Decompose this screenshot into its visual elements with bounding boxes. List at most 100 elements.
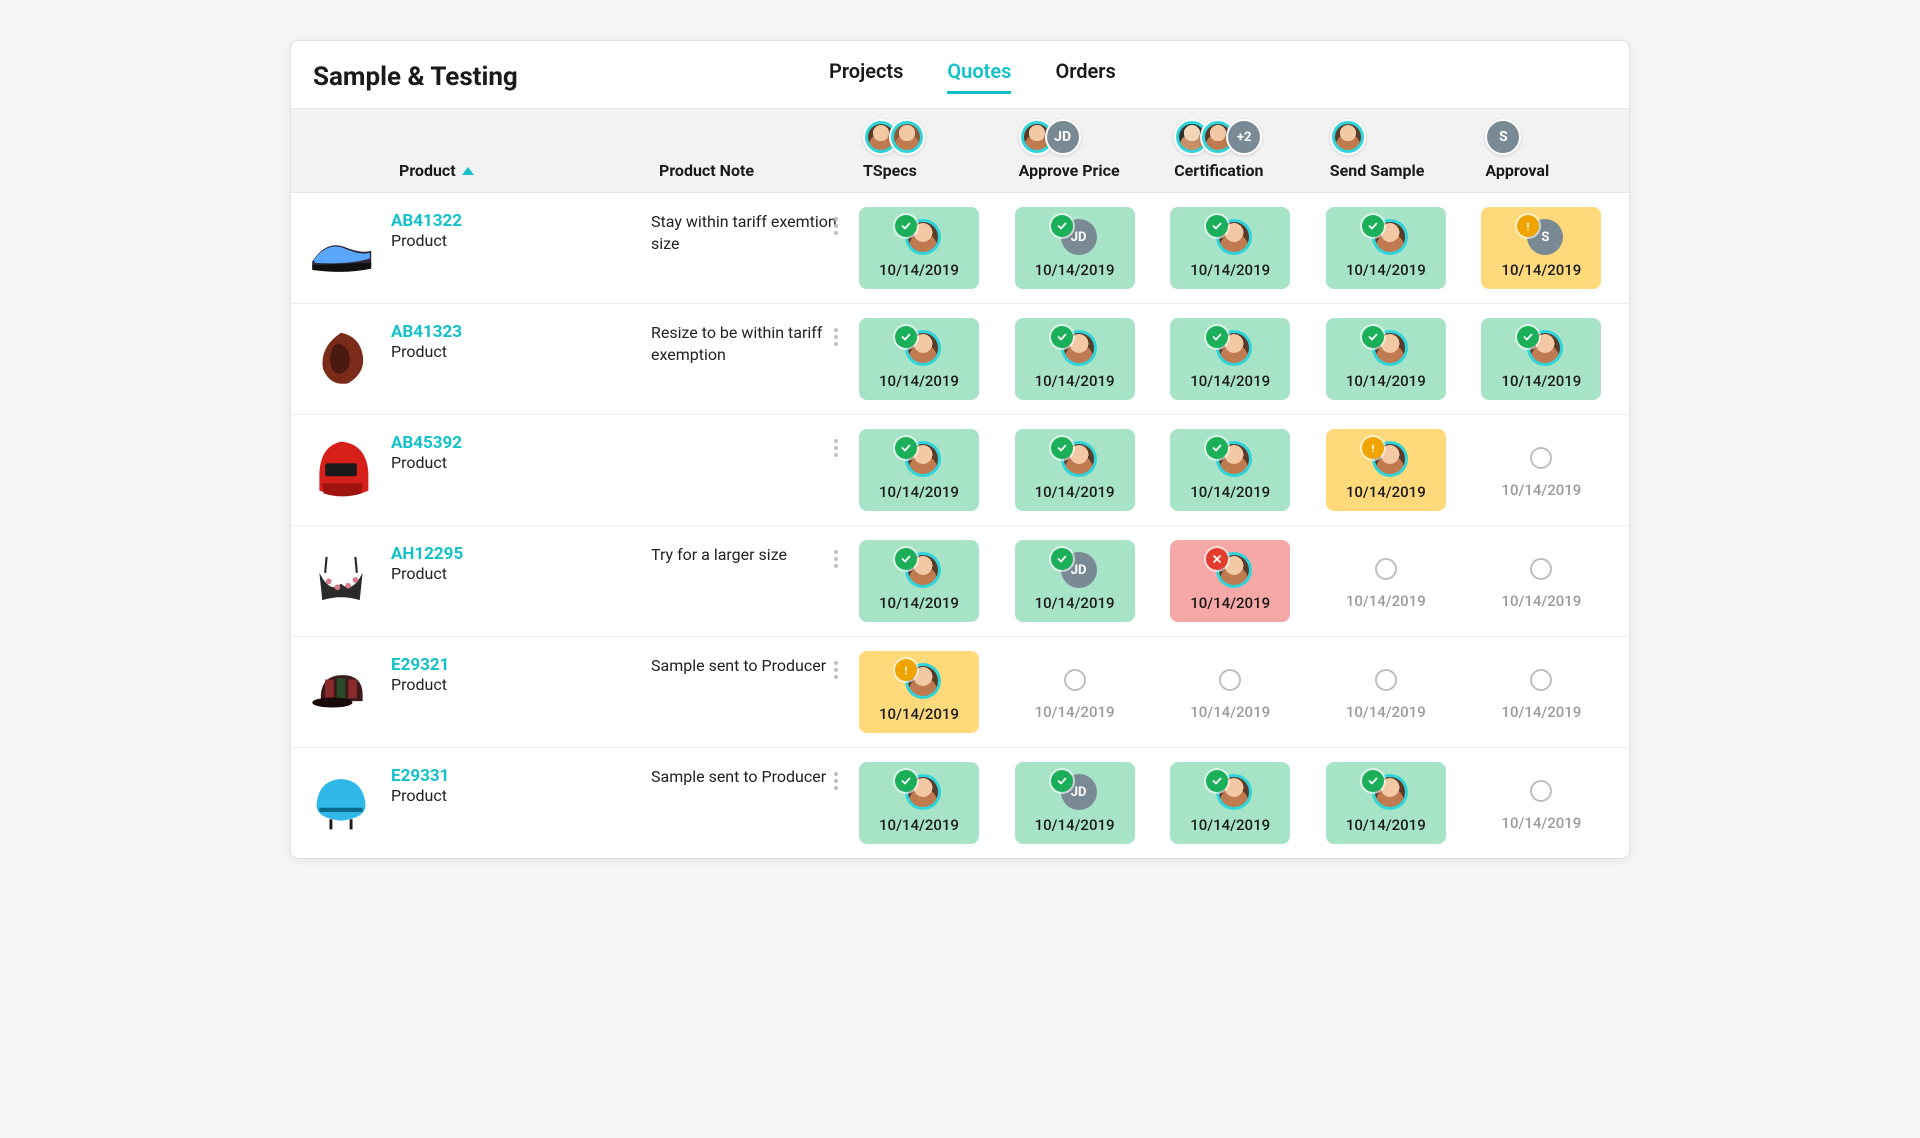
product-sku-link[interactable]: AB41322 [391,211,651,231]
stage-status-badge[interactable]: 10/14/2019 [859,762,979,844]
stage-status-badge[interactable]: 10/14/2019 [1015,651,1135,731]
stage-date: 10/14/2019 [1346,703,1426,721]
stage-status-badge[interactable]: 10/14/2019 [1015,318,1135,400]
stage-status-badge[interactable]: 10/14/2019 [1481,762,1601,842]
stage-status-badge[interactable]: 10/14/2019 [1481,429,1601,509]
col-header-approval[interactable]: S Approval [1473,119,1629,180]
product-thumbnail[interactable] [291,762,391,842]
sample-testing-panel: Sample & Testing Projects Quotes Orders Pr… [290,40,1630,859]
check-icon [895,548,917,570]
stage-status-badge[interactable]: JD10/14/2019 [1015,540,1135,622]
assignee-avatar[interactable] [889,119,925,155]
status-avatar-stack [897,217,941,255]
product-type-label: Product [391,564,651,583]
col-header-send[interactable]: Send Sample [1318,119,1474,180]
tab-orders[interactable]: Orders [1055,59,1115,94]
stage-cell-approve: JD10/14/2019 [1007,540,1163,622]
stage-cell-tspecs: 10/14/2019 [851,540,1007,622]
stage-status-badge[interactable]: 10/14/2019 [859,429,979,511]
col-header-note[interactable]: Product Note [651,161,851,180]
stage-date: 10/14/2019 [1501,814,1581,832]
stage-cell-cert: 10/14/2019 [1162,762,1318,844]
stage-status-badge[interactable]: 10/14/2019 [1170,318,1290,400]
stage-status-badge[interactable]: JD10/14/2019 [1015,762,1135,844]
stage-status-badge[interactable]: 10/14/2019 [1326,762,1446,844]
status-avatar-stack [1208,217,1252,255]
col-header-tspecs[interactable]: TSpecs [851,119,1007,180]
stage-date: 10/14/2019 [1035,483,1115,501]
avatar-overflow-count[interactable]: +2 [1226,119,1262,155]
stage-status-badge[interactable]: 10/14/2019 [1481,651,1601,731]
stage-status-badge[interactable]: JD10/14/2019 [1015,207,1135,289]
stage-status-badge[interactable]: 10/14/2019 [859,651,979,733]
check-icon [1051,770,1073,792]
stage-status-badge[interactable]: 10/14/2019 [1326,207,1446,289]
product-thumbnail[interactable] [291,429,391,509]
stage-status-badge[interactable]: 10/14/2019 [1170,207,1290,289]
row-actions-menu-icon[interactable] [827,211,845,241]
tab-quotes[interactable]: Quotes [947,59,1011,94]
col-header-cert[interactable]: +2Certification [1162,119,1318,180]
view-tabs: Projects Quotes Orders [829,59,1116,94]
product-sku-link[interactable]: AB41323 [391,322,651,342]
status-avatar-stack [897,772,941,810]
stage-status-badge[interactable]: 10/14/2019 [1170,651,1290,731]
check-icon [1051,437,1073,459]
stage-status-badge[interactable]: 10/14/2019 [1326,318,1446,400]
stage-status-badge[interactable]: 10/14/2019 [859,207,979,289]
stage-status-badge[interactable]: 10/14/2019 [1326,540,1446,620]
stage-status-badge[interactable]: 10/14/2019 [1481,540,1601,620]
product-thumbnail[interactable] [291,540,391,620]
status-empty-icon [1530,447,1552,469]
row-actions-menu-icon[interactable] [827,433,845,463]
stage-status-badge[interactable]: 10/14/2019 [1170,429,1290,511]
product-sku-link[interactable]: AB45392 [391,433,651,453]
product-note: Resize to be within tariff exemption [651,318,851,365]
table-row: AB41323ProductResize to be within tariff… [291,304,1629,415]
status-avatar-stack [1053,328,1097,366]
stage-status-badge[interactable]: 10/14/2019 [1015,429,1135,511]
table-row: E29321ProductSample sent to Producer10/1… [291,637,1629,748]
stage-status-badge[interactable]: 10/14/2019 [1481,318,1601,400]
assignee-avatar[interactable]: S [1485,119,1521,155]
row-actions-menu-icon[interactable] [827,655,845,685]
product-thumbnail[interactable] [291,318,391,398]
product-sku-link[interactable]: E29331 [391,766,651,786]
product-cell: AB41323Product [391,318,651,361]
stage-cell-approve: 10/14/2019 [1007,318,1163,400]
stage-date: 10/14/2019 [1501,261,1581,279]
stage-cell-tspecs: 10/14/2019 [851,651,1007,733]
stage-date: 10/14/2019 [1190,483,1270,501]
stage-status-badge[interactable]: 10/14/2019 [1326,651,1446,731]
row-actions-menu-icon[interactable] [827,544,845,574]
row-actions-menu-icon[interactable] [827,322,845,352]
product-thumbnail[interactable] [291,207,391,287]
stage-assignees: S [1485,119,1521,155]
stage-cell-approve: 10/14/2019 [1007,429,1163,511]
product-sku-link[interactable]: E29321 [391,655,651,675]
status-avatar-stack [1364,328,1408,366]
stage-status-badge[interactable]: S 10/14/2019 [1481,207,1601,289]
stage-status-badge[interactable]: 10/14/2019 [1326,429,1446,511]
stage-status-badge[interactable]: 10/14/2019 [1170,762,1290,844]
assignee-avatar[interactable] [1330,119,1366,155]
col-header-approve[interactable]: JDApprove Price [1007,119,1163,180]
tab-projects[interactable]: Projects [829,59,903,94]
stage-status-badge[interactable]: 10/14/2019 [859,318,979,400]
stage-date: 10/14/2019 [879,261,959,279]
stage-date: 10/14/2019 [1190,703,1270,721]
stage-status-badge[interactable]: 10/14/2019 [859,540,979,622]
page-title: Sample & Testing [313,62,518,92]
product-cell: E29321Product [391,651,651,694]
status-avatar-stack: S [1519,217,1563,255]
col-header-product[interactable]: Product [391,161,651,180]
col-header-product-label: Product [399,161,456,180]
stage-status-badge[interactable]: 10/14/2019 [1170,540,1290,622]
row-actions-menu-icon[interactable] [827,766,845,796]
product-sku-link[interactable]: AH12295 [391,544,651,564]
panel-header: Sample & Testing Projects Quotes Orders [291,41,1629,108]
product-thumbnail[interactable] [291,651,391,731]
status-avatar-stack [1208,550,1252,588]
col-header-label: Approval [1485,161,1549,180]
assignee-avatar[interactable]: JD [1045,119,1081,155]
